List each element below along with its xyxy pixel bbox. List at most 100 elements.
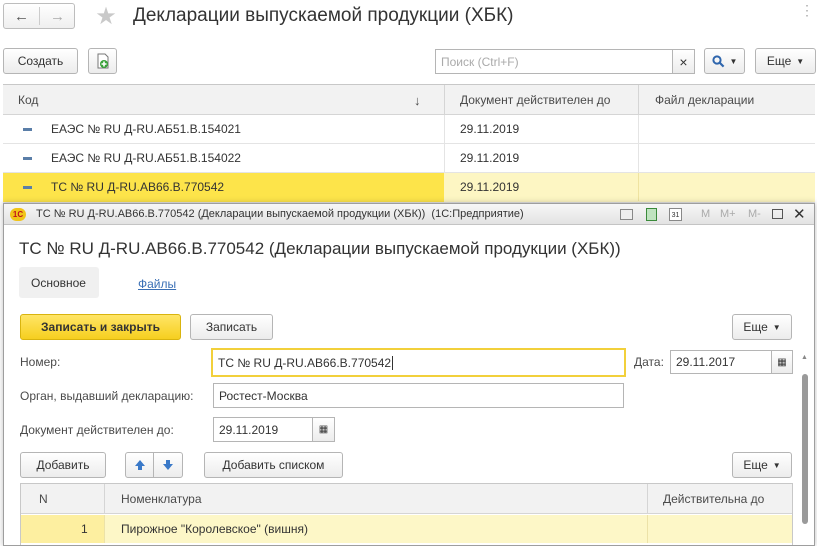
items-table-row[interactable]: 1 Пирожное "Королевское" (вишня) <box>21 515 792 543</box>
save-button[interactable]: Записать <box>190 314 273 340</box>
back-icon[interactable]: ← <box>4 4 39 28</box>
organ-value: Ростест-Москва <box>219 388 308 403</box>
items-more-button[interactable]: Еще ▼ <box>732 452 792 478</box>
dash-icon <box>23 128 32 131</box>
add-button[interactable]: Добавить <box>20 452 106 478</box>
items-table: N Номенклатура Действительна до 1 Пирожн… <box>20 483 793 545</box>
form-more-button[interactable]: Еще ▼ <box>732 314 792 340</box>
column-header-valid-to[interactable]: Документ действителен до <box>460 85 610 115</box>
dialog-titlebar: 1С ТС № RU Д-RU.АВ66.В.770542 (Деклараци… <box>4 204 814 225</box>
search-clear-button[interactable]: × <box>672 49 695 74</box>
chevron-down-icon: ▼ <box>796 56 805 66</box>
record-dialog: 1С ТС № RU Д-RU.АВ66.В.770542 (Деклараци… <box>3 203 815 546</box>
number-label: Номер: <box>20 355 61 369</box>
app-logo-icon: 1С <box>10 208 26 221</box>
valid-to-field[interactable]: 29.11.2019 <box>213 417 313 442</box>
tab-files[interactable]: Файлы <box>138 277 176 291</box>
list-more-button[interactable]: Еще ▼ <box>755 48 816 74</box>
cell-valid-to: 29.11.2019 <box>460 180 520 194</box>
forward-icon[interactable]: → <box>40 4 75 28</box>
nav-back-forward: ← → <box>3 3 75 29</box>
sort-down-icon[interactable]: ↓ <box>414 85 421 115</box>
column-header-item[interactable]: Номенклатура <box>121 484 202 514</box>
arrow-down-icon <box>163 460 173 470</box>
row-number-cell <box>21 515 104 543</box>
divider <box>647 484 648 514</box>
calculator-icon[interactable] <box>646 208 657 221</box>
search-icon <box>711 54 724 67</box>
number-field[interactable]: ТС № RU Д-RU.АВ66.В.770542 <box>211 348 626 377</box>
add-from-file-button[interactable] <box>88 48 117 74</box>
move-up-button[interactable] <box>125 452 154 478</box>
scrollbar[interactable]: ▲ <box>801 354 810 545</box>
divider <box>638 85 639 115</box>
cell-n: 1 <box>81 522 88 536</box>
add-list-button[interactable]: Добавить списком <box>204 452 343 478</box>
valid-to-calendar-button[interactable]: ▦ <box>312 417 335 442</box>
close-icon[interactable]: ✕ <box>793 205 806 223</box>
valid-to-label: Документ действителен до: <box>20 423 174 437</box>
scroll-up-icon[interactable]: ▲ <box>801 354 808 361</box>
memory-m-minus-button[interactable]: M- <box>748 208 761 220</box>
divider <box>638 115 639 143</box>
add-document-icon <box>97 53 108 69</box>
search-button[interactable]: ▼ <box>704 48 745 74</box>
column-header-n[interactable]: N <box>39 484 48 514</box>
divider <box>104 484 105 514</box>
table-row[interactable]: ЕАЭС № RU Д-RU.АБ51.В.154021 29.11.2019 <box>3 115 815 144</box>
cell-valid-to: 29.11.2019 <box>460 151 520 165</box>
dialog-window-title: ТС № RU Д-RU.АВ66.В.770542 (Декларации в… <box>36 208 524 220</box>
page-title: Декларации выпускаемой продукции (ХБК) <box>133 5 514 26</box>
maximize-icon[interactable] <box>772 209 783 219</box>
scrollbar-thumb[interactable] <box>802 374 808 524</box>
text-cursor <box>392 355 394 370</box>
calendar-icon: ▦ <box>777 356 787 368</box>
column-header-file[interactable]: Файл декларации <box>655 85 754 115</box>
date-label: Дата: <box>634 355 664 369</box>
cell-item: Пирожное "Королевское" (вишня) <box>121 522 308 536</box>
calendar-icon: ▦ <box>318 424 329 435</box>
divider <box>104 515 105 543</box>
memory-m-button[interactable]: M <box>701 208 710 220</box>
list-table-header: Код ↓ Документ действителен до Файл декл… <box>3 85 815 115</box>
date-calendar-button[interactable]: ▦ <box>771 350 793 374</box>
search-placeholder: Поиск (Ctrl+F) <box>441 54 519 69</box>
cell-code: ТС № RU Д-RU.АВ66.В.770542 <box>51 180 225 194</box>
divider <box>647 515 648 543</box>
column-header-valid-until[interactable]: Действительна до <box>663 484 764 514</box>
table-row[interactable]: ЕАЭС № RU Д-RU.АБ51.В.154022 29.11.2019 <box>3 144 815 173</box>
divider <box>638 144 639 172</box>
table-row-selected[interactable]: ТС № RU Д-RU.АВ66.В.770542 29.11.2019 <box>3 173 815 203</box>
create-button[interactable]: Создать <box>3 48 78 74</box>
print-icon[interactable] <box>620 209 633 220</box>
tab-main-label: Основное <box>31 276 86 290</box>
items-more-label: Еще <box>743 458 768 472</box>
dialog-heading: ТС № RU Д-RU.АВ66.В.770542 (Декларации в… <box>19 239 621 258</box>
number-value: ТС № RU Д-RU.АВ66.В.770542 <box>218 355 392 370</box>
chevron-down-icon: ▼ <box>772 322 781 332</box>
memory-m-plus-button[interactable]: M+ <box>720 208 736 220</box>
organ-field[interactable]: Ростест-Москва <box>213 383 624 408</box>
date-value: 29.11.2017 <box>676 355 736 369</box>
items-table-header: N Номенклатура Действительна до <box>21 484 792 514</box>
dash-icon <box>23 157 32 160</box>
organ-label: Орган, выдавший декларацию: <box>20 389 194 403</box>
more-dots-icon[interactable]: ⋮ <box>800 2 814 19</box>
arrow-up-icon <box>134 460 145 470</box>
chevron-down-icon: ▼ <box>772 460 781 470</box>
divider <box>444 85 445 115</box>
star-icon[interactable]: ★ <box>93 2 119 30</box>
calendar-icon[interactable]: 31 <box>669 208 682 221</box>
move-down-button[interactable] <box>153 452 183 478</box>
cell-code: ЕАЭС № RU Д-RU.АБ51.В.154022 <box>51 151 241 165</box>
tab-main[interactable]: Основное <box>19 267 99 298</box>
divider <box>638 173 639 201</box>
chevron-down-icon: ▼ <box>729 56 738 66</box>
date-field[interactable]: 29.11.2017 <box>670 350 772 374</box>
list-more-label: Еще <box>766 54 792 68</box>
column-header-code[interactable]: Код <box>18 85 38 115</box>
save-and-close-button[interactable]: Записать и закрыть <box>20 314 181 340</box>
divider <box>444 144 445 172</box>
cell-code: ЕАЭС № RU Д-RU.АБ51.В.154021 <box>51 122 241 136</box>
search-input[interactable]: Поиск (Ctrl+F) <box>435 49 673 74</box>
